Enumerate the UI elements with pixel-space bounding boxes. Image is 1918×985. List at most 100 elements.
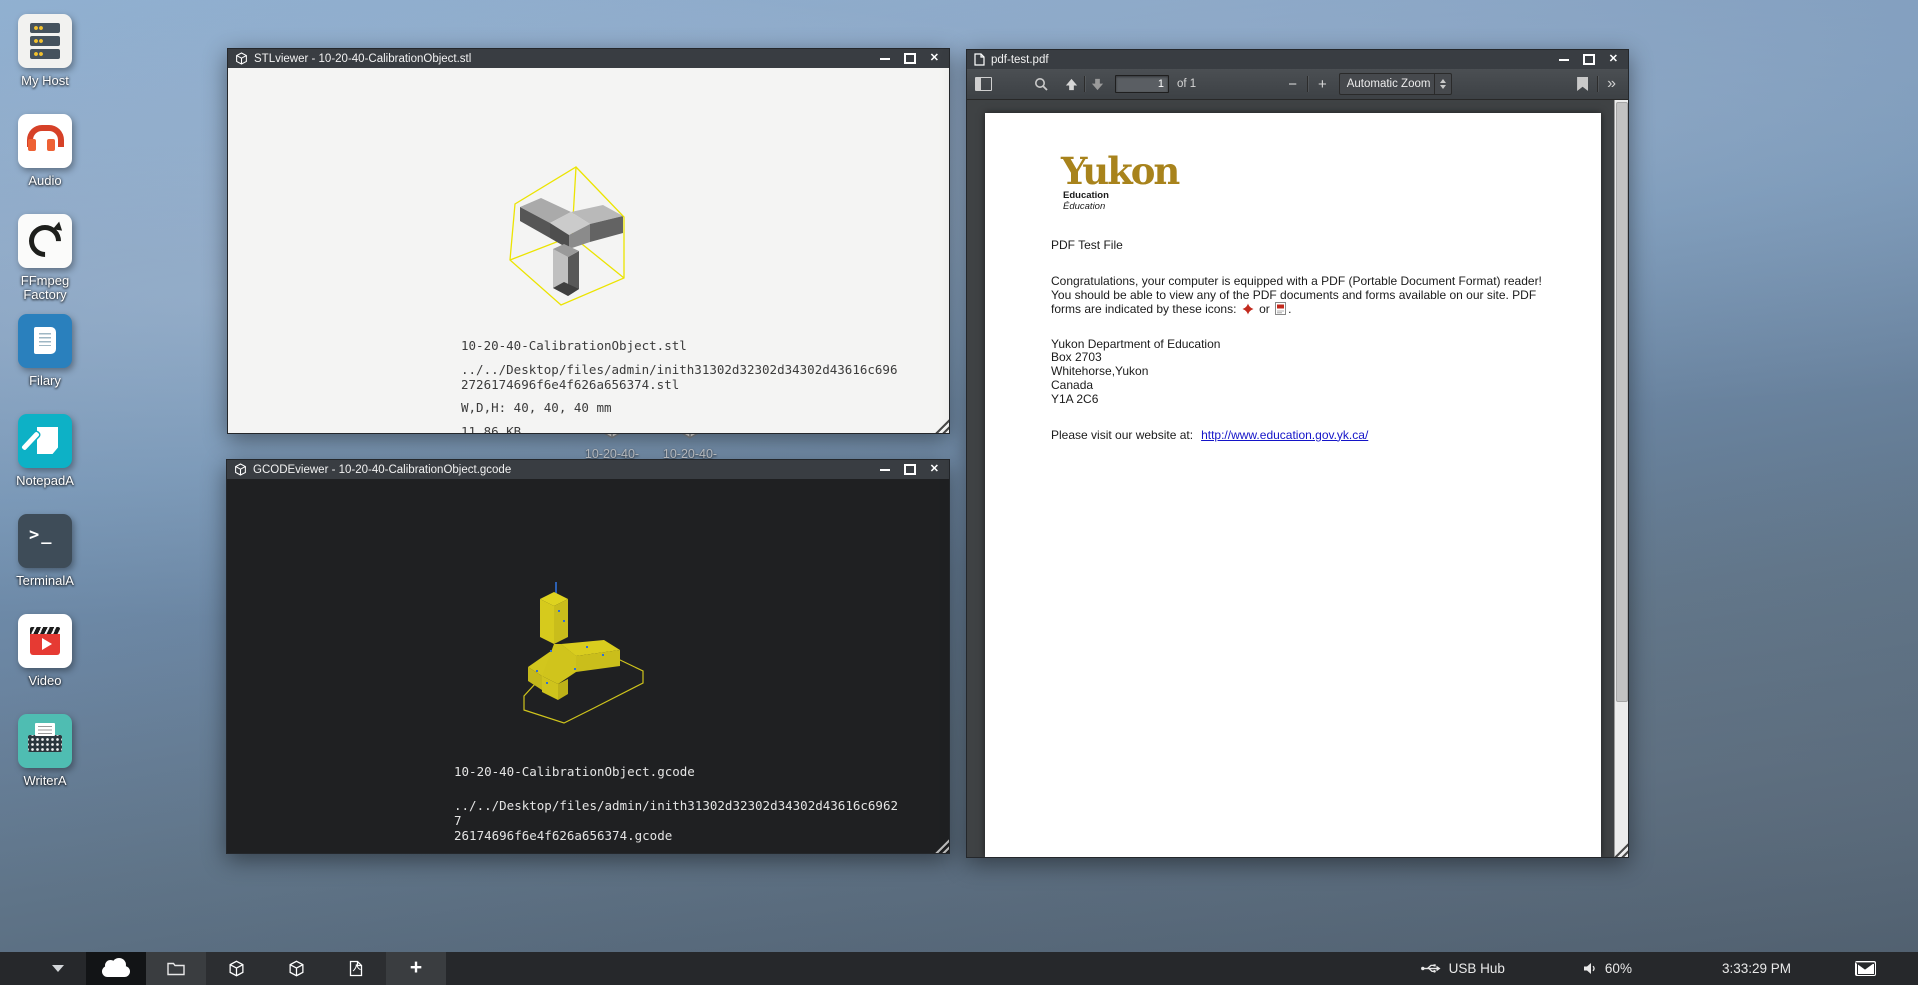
yukon-logo: Yukon	[1061, 153, 1571, 190]
presentation-bookmark-button[interactable]	[1577, 77, 1588, 91]
desktop-icon-filary[interactable]: Filary	[8, 314, 82, 393]
page-count-label: of 1	[1177, 78, 1196, 90]
pdf-document-text: Yukon Education Éducation PDF Test File …	[1051, 153, 1571, 442]
usb-icon	[1421, 962, 1441, 975]
pdf-paragraph: Congratulations, your computer is equipp…	[1051, 274, 1553, 317]
close-button[interactable]: ✕	[930, 464, 939, 475]
zoom-select-value: Automatic Zoom	[1347, 78, 1431, 90]
minimize-button[interactable]	[880, 469, 890, 471]
previous-page-button[interactable]	[1064, 77, 1079, 92]
clock[interactable]: 3:33:29 PM	[1722, 961, 1791, 976]
window-title: STLviewer - 10-20-40-CalibrationObject.s…	[254, 53, 471, 65]
pdf-content-area: Yukon Education Éducation PDF Test File …	[967, 100, 1628, 857]
notifications[interactable]	[1855, 961, 1876, 976]
desktop-icon-label: FFmpeg Factory	[8, 274, 82, 302]
select-arrows-icon	[1434, 74, 1451, 94]
desktop-icon-terminala[interactable]: TerminalA	[8, 514, 82, 593]
maximize-button[interactable]	[904, 464, 916, 475]
pdf-toolbar: of 1 − + Automatic Zoom »	[967, 69, 1628, 100]
taskbar-status-area: USB Hub 60% 3:33:29 PM	[1421, 952, 1918, 985]
pdf-form-icon	[1275, 302, 1286, 315]
cube-icon	[288, 960, 305, 977]
circular-arrows-icon	[18, 214, 72, 268]
cube-icon	[228, 960, 245, 977]
taskbar: + USB Hub 60% 3:33:29 PM	[0, 952, 1918, 985]
zoom-in-button[interactable]: +	[1318, 77, 1327, 92]
server-icon	[18, 14, 72, 68]
acrobat-icon	[1242, 303, 1254, 315]
close-button[interactable]: ✕	[930, 53, 939, 64]
usb-status[interactable]: USB Hub	[1421, 961, 1505, 976]
stl-canvas[interactable]: 10-20-40-CalibrationObject.stl ../../Des…	[228, 68, 949, 433]
toolbar-more-button[interactable]: »	[1607, 76, 1616, 92]
desktop-icon-ffmpeg-factory[interactable]: FFmpeg Factory	[8, 214, 82, 293]
pdf-viewer-window: pdf-test.pdf ✕ of 1 − +	[966, 49, 1629, 858]
bookmark-icon	[1577, 77, 1588, 91]
page-number-input[interactable]	[1115, 75, 1169, 93]
pdf-page: Yukon Education Éducation PDF Test File …	[985, 113, 1601, 857]
gcode-filename: 10-20-40-CalibrationObject.gcode	[454, 764, 904, 779]
stl-dimensions: W,D,H: 40, 40, 40 mm	[461, 400, 911, 415]
book-icon	[18, 314, 72, 368]
gcode-3d-render	[506, 582, 656, 730]
window-title: GCODEviewer - 10-20-40-CalibrationObject…	[253, 464, 511, 476]
pdf-document-icon	[974, 53, 985, 66]
resize-grip[interactable]	[933, 417, 949, 433]
video-player-icon	[18, 614, 72, 668]
maximize-button[interactable]	[904, 53, 916, 64]
desktop-icon-notepada[interactable]: NotepadA	[8, 414, 82, 493]
typewriter-icon	[18, 714, 72, 768]
volume-status[interactable]: 60%	[1583, 961, 1632, 976]
maximize-button[interactable]	[1583, 54, 1595, 65]
desktop-icon-video[interactable]: Video	[8, 614, 82, 693]
pdf-scrollbar[interactable]	[1614, 100, 1628, 857]
desktop-icon-label: Audio	[28, 174, 61, 188]
toggle-sidebar-button[interactable]	[975, 77, 992, 91]
stl-viewer-window: STLviewer - 10-20-40-CalibrationObject.s…	[227, 48, 950, 434]
pdf-titlebar[interactable]: pdf-test.pdf ✕	[967, 50, 1628, 69]
cube-icon	[235, 52, 248, 65]
close-button[interactable]: ✕	[1609, 54, 1618, 65]
stl-3d-render	[498, 150, 648, 315]
gcode-titlebar[interactable]: GCODEviewer - 10-20-40-CalibrationObject…	[227, 460, 949, 479]
desktop-icon-audio[interactable]: Audio	[8, 114, 82, 193]
desktop-icon-writera[interactable]: WriterA	[8, 714, 82, 793]
taskbar-gcodeviewer-button[interactable]	[266, 952, 326, 985]
zoom-out-button[interactable]: −	[1288, 77, 1297, 92]
resize-grip[interactable]	[933, 837, 949, 853]
terminal-prompt-icon	[18, 514, 72, 568]
search-button[interactable]	[1034, 77, 1048, 91]
desktop-icon-label: My Host	[21, 74, 69, 88]
minimize-button[interactable]	[880, 58, 890, 60]
headphones-icon	[18, 114, 72, 168]
scrollbar-thumb[interactable]	[1616, 102, 1628, 702]
desktop-icon-label: Video	[28, 674, 61, 688]
website-link[interactable]: http://www.education.gov.yk.ca/	[1201, 428, 1368, 442]
clock-label: 3:33:29 PM	[1722, 961, 1791, 976]
note-pencil-icon	[18, 414, 72, 468]
stl-filesize: 11.86 KB	[461, 424, 911, 433]
taskbar-menu-button[interactable]	[30, 952, 86, 985]
desktop-icon-label: WriterA	[23, 774, 66, 788]
stl-titlebar[interactable]: STLviewer - 10-20-40-CalibrationObject.s…	[228, 49, 949, 68]
yukon-logo-education-fr: Éducation	[1063, 201, 1571, 212]
pdf-heading: PDF Test File	[1051, 238, 1571, 252]
mail-icon	[1855, 961, 1876, 976]
taskbar-stlviewer-button[interactable]	[206, 952, 266, 985]
window-title: pdf-test.pdf	[991, 54, 1049, 66]
taskbar-add-button[interactable]: +	[386, 952, 446, 985]
taskbar-cloud-button[interactable]	[86, 952, 146, 985]
gcode-file-info: 10-20-40-CalibrationObject.gcode ../../D…	[454, 764, 904, 853]
cloud-icon	[102, 966, 130, 977]
desktop-icon-label: NotepadA	[16, 474, 74, 488]
taskbar-pdfviewer-button[interactable]	[326, 952, 386, 985]
next-page-button[interactable]	[1090, 77, 1105, 92]
desktop-icon-my-host[interactable]: My Host	[8, 14, 82, 93]
taskbar-files-button[interactable]	[146, 952, 206, 985]
gcode-canvas[interactable]: 10-20-40-CalibrationObject.gcode ../../D…	[227, 479, 949, 853]
speaker-icon	[1583, 962, 1597, 975]
zoom-select[interactable]: Automatic Zoom	[1339, 73, 1452, 95]
volume-label: 60%	[1605, 961, 1632, 976]
minimize-button[interactable]	[1559, 59, 1569, 61]
pdf-document-icon	[349, 960, 363, 977]
